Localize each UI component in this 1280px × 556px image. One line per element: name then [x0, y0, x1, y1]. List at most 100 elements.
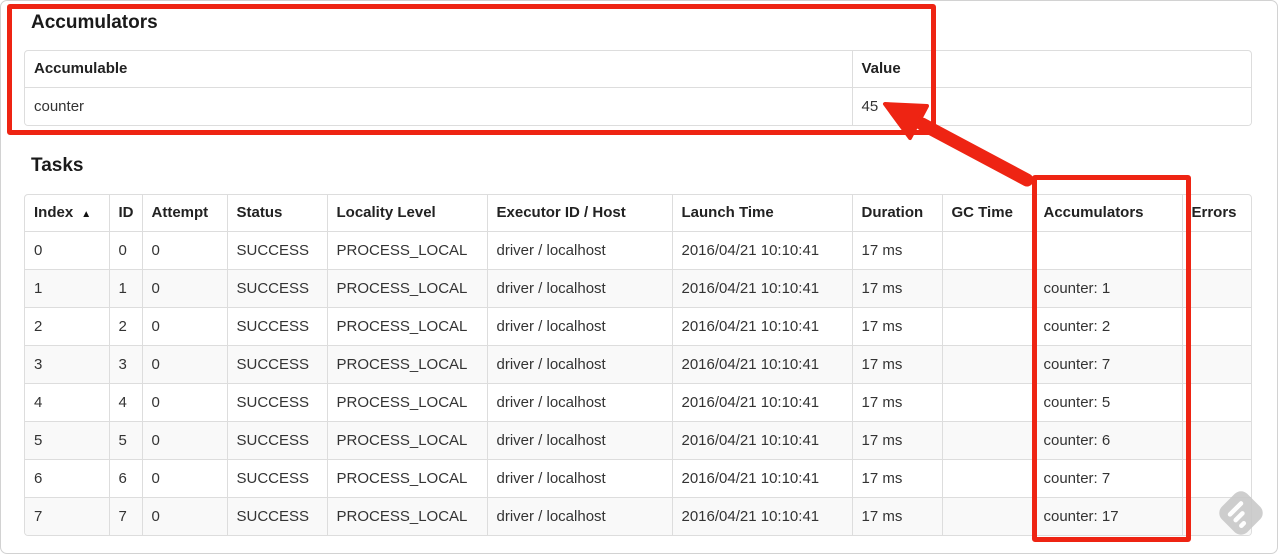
executor-id-host-cell: driver / localhost	[486, 344, 672, 383]
task-row: 1 1 0 SUCCESS PROCESS_LOCAL driver / loc…	[25, 268, 1251, 307]
executor-id-host-cell: driver / localhost	[486, 230, 672, 269]
id-cell: 0	[108, 230, 142, 269]
attempt-cell: 0	[141, 344, 227, 383]
duration-cell: 17 ms	[851, 496, 942, 535]
index-cell: 2	[25, 306, 109, 345]
attempt-cell: 0	[141, 420, 227, 459]
id-cell: 6	[108, 458, 142, 497]
attempt-cell: 0	[141, 306, 227, 345]
locality-level-cell: PROCESS_LOCAL	[326, 344, 487, 383]
errors-cell	[1181, 496, 1251, 535]
status-cell: SUCCESS	[226, 268, 327, 307]
status-cell: SUCCESS	[226, 382, 327, 421]
status-cell: SUCCESS	[226, 344, 327, 383]
id-cell: 3	[108, 344, 142, 383]
gc-time-cell	[941, 420, 1034, 459]
column-header-index[interactable]: Index ▲	[25, 195, 109, 231]
duration-cell: 17 ms	[851, 420, 942, 459]
executor-id-host-cell: driver / localhost	[486, 458, 672, 497]
id-cell: 4	[108, 382, 142, 421]
attempt-cell: 0	[141, 496, 227, 535]
status-cell: SUCCESS	[226, 306, 327, 345]
launch-time-cell: 2016/04/21 10:10:41	[671, 496, 852, 535]
accumulators-heading: Accumulators	[31, 12, 158, 33]
executor-id-host-cell: driver / localhost	[486, 306, 672, 345]
sort-ascending-icon: ▲	[81, 209, 92, 221]
duration-cell: 17 ms	[851, 458, 942, 497]
column-header-duration[interactable]: Duration	[851, 195, 942, 231]
errors-cell	[1181, 230, 1251, 269]
accumulators-cell: counter: 7	[1033, 344, 1182, 383]
tasks-table: Index ▲ ID Attempt Status Locality Level …	[24, 194, 1252, 536]
errors-cell	[1181, 306, 1251, 345]
tasks-header-row: Index ▲ ID Attempt Status Locality Level …	[25, 195, 1251, 231]
gc-time-cell	[941, 382, 1034, 421]
index-cell: 1	[25, 268, 109, 307]
id-cell: 5	[108, 420, 142, 459]
index-cell: 0	[25, 230, 109, 269]
duration-cell: 17 ms	[851, 306, 942, 345]
screenshot-frame: Accumulators Accumulable Value counter 4…	[0, 0, 1278, 554]
column-header-locality-level[interactable]: Locality Level	[326, 195, 487, 231]
accumulators-cell: counter: 2	[1033, 306, 1182, 345]
launch-time-cell: 2016/04/21 10:10:41	[671, 458, 852, 497]
attempt-cell: 0	[141, 458, 227, 497]
index-cell: 3	[25, 344, 109, 383]
locality-level-cell: PROCESS_LOCAL	[326, 458, 487, 497]
gc-time-cell	[941, 268, 1034, 307]
column-header-value[interactable]: Value	[851, 51, 1251, 87]
duration-cell: 17 ms	[851, 344, 942, 383]
launch-time-cell: 2016/04/21 10:10:41	[671, 268, 852, 307]
index-cell: 7	[25, 496, 109, 535]
task-row: 2 2 0 SUCCESS PROCESS_LOCAL driver / loc…	[25, 306, 1251, 345]
accumulable-cell: counter	[25, 86, 852, 125]
task-row: 0 0 0 SUCCESS PROCESS_LOCAL driver / loc…	[25, 230, 1251, 269]
column-header-accumulators[interactable]: Accumulators	[1033, 195, 1182, 231]
errors-cell	[1181, 382, 1251, 421]
task-row: 4 4 0 SUCCESS PROCESS_LOCAL driver / loc…	[25, 382, 1251, 421]
accumulators-table: Accumulable Value counter 45	[24, 50, 1252, 126]
id-cell: 7	[108, 496, 142, 535]
column-header-status[interactable]: Status	[226, 195, 327, 231]
accumulators-cell	[1033, 230, 1182, 269]
page-content: Accumulators Accumulable Value counter 4…	[1, 1, 1277, 536]
gc-time-cell	[941, 496, 1034, 535]
errors-cell	[1181, 268, 1251, 307]
column-header-gc-time[interactable]: GC Time	[941, 195, 1034, 231]
gc-time-cell	[941, 344, 1034, 383]
errors-cell	[1181, 458, 1251, 497]
column-header-id[interactable]: ID	[108, 195, 142, 231]
tasks-heading: Tasks	[31, 155, 84, 176]
locality-level-cell: PROCESS_LOCAL	[326, 268, 487, 307]
executor-id-host-cell: driver / localhost	[486, 496, 672, 535]
locality-level-cell: PROCESS_LOCAL	[326, 420, 487, 459]
locality-level-cell: PROCESS_LOCAL	[326, 496, 487, 535]
accumulators-cell: counter: 7	[1033, 458, 1182, 497]
locality-level-cell: PROCESS_LOCAL	[326, 230, 487, 269]
launch-time-cell: 2016/04/21 10:10:41	[671, 230, 852, 269]
duration-cell: 17 ms	[851, 268, 942, 307]
accumulators-cell: counter: 6	[1033, 420, 1182, 459]
index-cell: 6	[25, 458, 109, 497]
launch-time-cell: 2016/04/21 10:10:41	[671, 382, 852, 421]
index-cell: 4	[25, 382, 109, 421]
column-header-attempt[interactable]: Attempt	[141, 195, 227, 231]
executor-id-host-cell: driver / localhost	[486, 268, 672, 307]
duration-cell: 17 ms	[851, 382, 942, 421]
gc-time-cell	[941, 230, 1034, 269]
id-cell: 2	[108, 306, 142, 345]
column-header-accumulable[interactable]: Accumulable	[25, 51, 852, 87]
column-header-errors[interactable]: Errors	[1181, 195, 1251, 231]
attempt-cell: 0	[141, 230, 227, 269]
status-cell: SUCCESS	[226, 230, 327, 269]
accumulator-row: counter 45	[25, 86, 1251, 125]
gc-time-cell	[941, 458, 1034, 497]
column-header-launch-time[interactable]: Launch Time	[671, 195, 852, 231]
column-header-index-label: Index	[34, 204, 74, 222]
launch-time-cell: 2016/04/21 10:10:41	[671, 420, 852, 459]
accumulators-cell: counter: 5	[1033, 382, 1182, 421]
column-header-executor-id-host[interactable]: Executor ID / Host	[486, 195, 672, 231]
index-cell: 5	[25, 420, 109, 459]
accumulators-cell: counter: 17	[1033, 496, 1182, 535]
duration-cell: 17 ms	[851, 230, 942, 269]
